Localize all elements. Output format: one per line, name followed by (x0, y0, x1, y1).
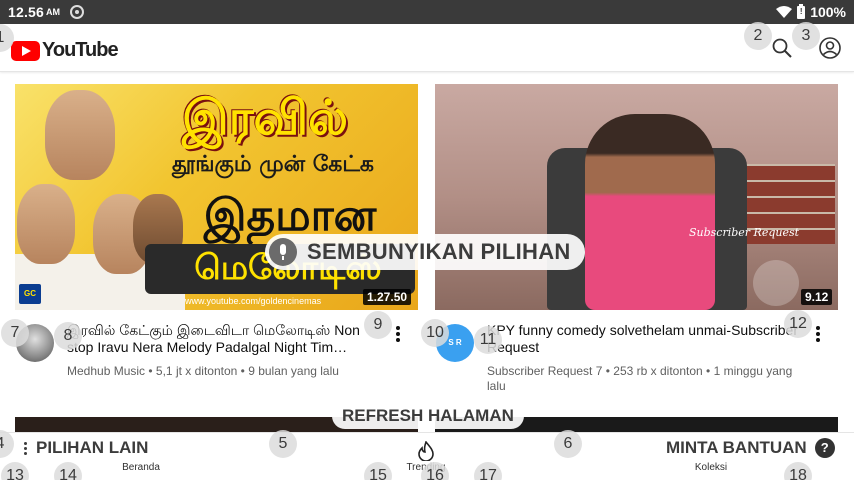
thumbnail-title-text: இரவில் (182, 90, 348, 146)
thumbnail-face (17, 184, 75, 264)
voice-label-9[interactable]: 9 (364, 311, 392, 339)
status-time: 12.56 (8, 4, 45, 20)
account-icon[interactable] (818, 36, 842, 60)
app-bar: YouTube (0, 24, 854, 72)
search-icon[interactable] (770, 36, 794, 60)
thumbnail-url-text: www.youtube.com/goldencinemas (185, 296, 322, 306)
voice-label-11[interactable]: 11 (474, 326, 502, 354)
channel-name: Medhub Music (67, 364, 146, 378)
view-count: 5,1 jt x ditonton (155, 364, 238, 378)
voice-label-10[interactable]: 10 (421, 319, 449, 347)
video-duration-1: 1.27.50 (363, 289, 412, 305)
video-menu-icon[interactable] (812, 325, 824, 345)
brand-name: YouTube (42, 39, 119, 61)
more-options-pill[interactable]: PILIHAN LAIN (16, 436, 157, 460)
voice-label-12[interactable]: 12 (784, 310, 812, 338)
hide-options-label: SEMBUNYIKAN PILIHAN (307, 239, 571, 264)
drag-handle-icon[interactable] (753, 260, 799, 306)
microphone-icon (269, 238, 297, 266)
video-duration-2: 9.12 (801, 289, 833, 305)
view-count: 253 rb x ditonton (613, 364, 703, 378)
wifi-icon (776, 6, 793, 18)
youtube-logo[interactable]: YouTube (11, 39, 119, 62)
help-icon: ? (814, 438, 835, 458)
voice-label-3[interactable]: 3 (792, 22, 820, 50)
thumbnail-subtitle-text: தூங்கும் முன் கேட்க (172, 152, 374, 177)
youtube-play-icon (11, 40, 40, 61)
video-title-1[interactable]: இரவில் கேட்கும் இடைவிடா மெலோடிஸ் Non sto… (67, 322, 387, 356)
voice-label-8[interactable]: 8 (54, 322, 82, 350)
video-thumbnail-1[interactable]: இரவில் தூங்கும் முன் கேட்க இதமான மெலோடிஸ… (15, 84, 418, 310)
more-options-label: PILIHAN LAIN (36, 438, 149, 457)
status-ampm: AM (46, 7, 61, 17)
status-bar: 12.56 AM ! 100% (0, 0, 854, 24)
video-thumbnail-2[interactable]: Subscriber Request (435, 84, 838, 310)
channel-watermark-logo: GC (19, 284, 41, 304)
trending-flame-icon[interactable] (417, 441, 435, 461)
refresh-page-label: REFRESH HALAMAN (342, 406, 514, 425)
hide-options-pill[interactable]: SEMBUNYIKAN PILIHAN (265, 234, 585, 270)
video-meta-2: Subscriber Request 7 • 253 rb x ditonton… (487, 364, 793, 393)
video-title-2[interactable]: KPY funny comedy solvethelam unmai-Subsc… (487, 322, 805, 356)
voice-label-2[interactable]: 2 (744, 22, 772, 50)
upload-age: 9 bulan yang lalu (248, 364, 339, 378)
thumbnail-face (45, 90, 115, 180)
channel-name: Subscriber Request 7 (487, 364, 603, 378)
thumbnail-person (585, 114, 715, 310)
battery-icon: ! (797, 3, 806, 19)
voice-label-6[interactable]: 6 (554, 430, 582, 458)
nav-home-label[interactable]: Beranda (101, 462, 181, 473)
more-vert-icon (20, 441, 30, 456)
video-menu-icon[interactable] (392, 325, 404, 345)
voice-label-5[interactable]: 5 (269, 430, 297, 458)
notification-icon (70, 5, 85, 19)
get-help-label: MINTA BANTUAN (666, 438, 807, 457)
video-meta-1: Medhub Music • 5,1 jt x ditonton • 9 bul… (67, 364, 339, 378)
get-help-pill[interactable]: MINTA BANTUAN ? (656, 436, 841, 460)
refresh-page-pill[interactable]: REFRESH HALAMAN (332, 403, 524, 429)
battery-level: 100% (810, 4, 846, 20)
voice-label-7[interactable]: 7 (1, 319, 29, 347)
thumbnail-watermark-text: Subscriber Request (689, 226, 800, 239)
nav-library-label[interactable]: Koleksi (671, 462, 751, 473)
